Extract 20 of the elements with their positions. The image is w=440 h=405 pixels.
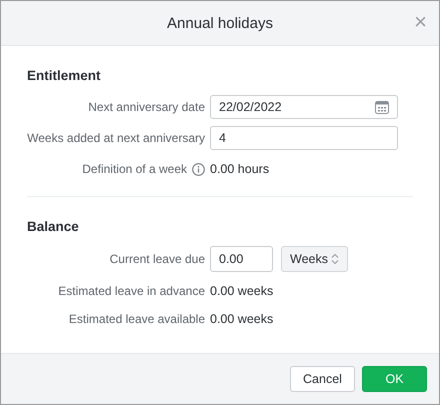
field-label: Estimated leave available bbox=[68, 312, 205, 326]
field-label: Current leave due bbox=[110, 252, 205, 266]
window-title: Annual holidays bbox=[167, 14, 273, 32]
cancel-button[interactable]: Cancel bbox=[290, 366, 355, 392]
value-text: 0.00 weeks bbox=[210, 284, 274, 298]
field-label: Next anniversary date bbox=[88, 100, 205, 114]
chevron-updown-icon bbox=[331, 253, 339, 265]
field-label: Definition of a week bbox=[82, 162, 187, 176]
date-field[interactable]: 22/02/2022 bbox=[210, 95, 398, 119]
section-title: Entitlement bbox=[27, 68, 102, 83]
text-field[interactable]: 4 bbox=[210, 126, 398, 150]
section-title: Balance bbox=[27, 219, 80, 234]
info-icon[interactable] bbox=[192, 162, 205, 176]
value-text: 0.00 weeks bbox=[210, 312, 274, 326]
field-label: Weeks added at next anniversary bbox=[27, 131, 205, 145]
field-label: Estimated leave in advance bbox=[58, 284, 205, 298]
unit-dropdown[interactable]: Weeks bbox=[281, 246, 348, 272]
number-field[interactable]: 0.00 bbox=[210, 246, 273, 272]
value-text: 0.00 hours bbox=[210, 162, 270, 176]
calendar-icon[interactable] bbox=[375, 100, 389, 114]
